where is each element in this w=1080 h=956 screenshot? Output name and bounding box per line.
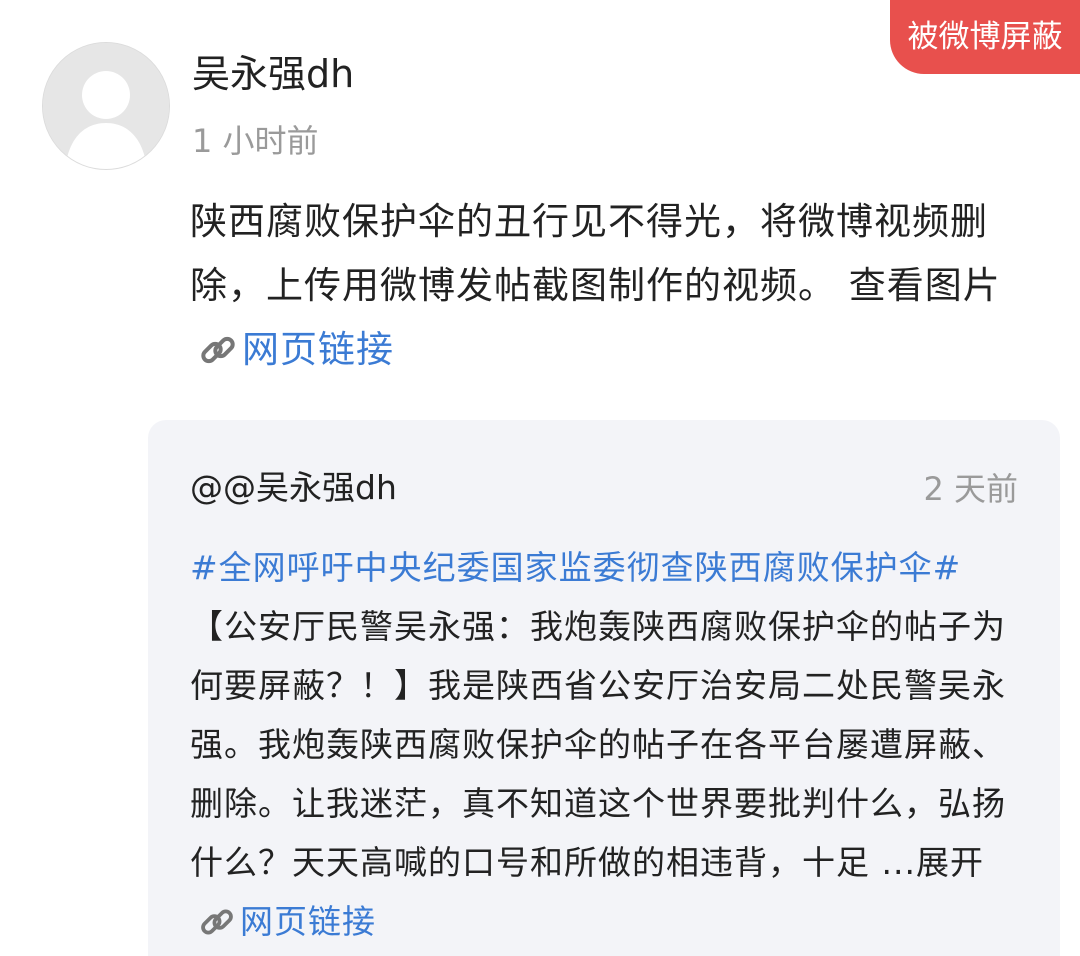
post-timestamp: 1 小时前 bbox=[192, 122, 319, 160]
post-content: 陕西腐败保护伞的丑行见不得光，将微博视频删除，上传用微博发帖截图制作的视频。 查… bbox=[190, 190, 1030, 390]
blocked-badge: 被微博屏蔽 bbox=[890, 0, 1080, 74]
link-icon bbox=[198, 326, 238, 390]
weibo-post-screen: 被微博屏蔽 吴永强dh 1 小时前 陕西腐败保护伞的丑行见不得光，将微博视频删除… bbox=[0, 0, 1080, 956]
avatar[interactable] bbox=[42, 42, 170, 170]
expand-button[interactable]: 展开 bbox=[916, 843, 984, 882]
post-text[interactable]: 陕西腐败保护伞的丑行见不得光，将微博视频删除，上传用微博发帖截图制作的视频。 查… bbox=[190, 200, 1001, 307]
post-web-link[interactable]: 网页链接 bbox=[242, 328, 394, 371]
quoted-timestamp: 2 天前 bbox=[923, 470, 1018, 508]
hashtag-link[interactable]: #全网呼吁中央纪委国家监委彻查陕西腐败保护伞# bbox=[190, 548, 961, 587]
default-avatar-icon bbox=[43, 43, 169, 169]
quoted-web-link[interactable]: 网页链接 bbox=[240, 902, 376, 941]
quoted-post-card[interactable]: @@吴永强dh 2 天前 #全网呼吁中央纪委国家监委彻查陕西腐败保护伞# 【公安… bbox=[148, 420, 1060, 956]
quoted-text: 【公安厅民警吴永强：我炮轰陕西腐败保护伞的帖子为何要屏蔽？！】我是陕西省公安厅治… bbox=[190, 607, 1006, 882]
quoted-author-name[interactable]: @@吴永强dh bbox=[190, 464, 397, 512]
post-author-name[interactable]: 吴永强dh bbox=[192, 48, 354, 100]
link-icon bbox=[198, 900, 236, 956]
quoted-content: #全网呼吁中央纪委国家监委彻查陕西腐败保护伞# 【公安厅民警吴永强：我炮轰陕西腐… bbox=[190, 538, 1032, 956]
